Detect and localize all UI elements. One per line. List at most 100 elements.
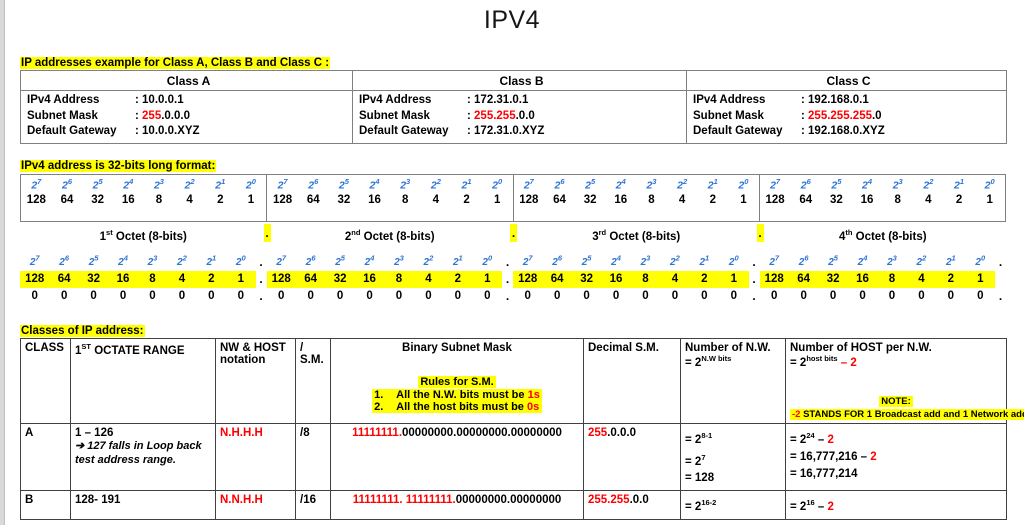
bit-value: 32	[337, 193, 351, 206]
bit-cell: 0	[307, 290, 314, 302]
ipv4-slide: IPV4 IP addresses example for Class A, C…	[0, 0, 1024, 525]
bit-cell: 26	[59, 254, 70, 269]
page-title: IPV4	[483, 6, 541, 34]
bit-cell: 8	[888, 273, 896, 285]
list-item: = 16,777,214	[790, 467, 858, 480]
cell-nw-host: N.N.H.H	[215, 490, 296, 521]
cell-octate-range: 128- 191	[70, 490, 216, 521]
octet-separator-dot: .	[259, 289, 263, 303]
list-item: IPv4 Address: 172.31.0.1	[359, 93, 686, 109]
bit-cell: 0	[701, 290, 708, 302]
octet-separator-dot: .	[752, 289, 756, 303]
bit-cell: 8	[642, 273, 649, 285]
bit-value: 16	[368, 193, 381, 206]
power-row: 27 26 25 24 23 22 21 20	[21, 175, 266, 192]
bit-cell: 23	[394, 254, 404, 269]
range-value: 1 – 126	[75, 426, 114, 439]
bit-value: 8	[894, 193, 901, 206]
list-item: = 216-2	[685, 498, 717, 514]
bit-cell: 1	[730, 273, 737, 285]
list-item: Default Gateway: 10.0.0.XYZ	[27, 124, 352, 140]
cell-binary-subnet-mask: 11111111. 11111111.00000000.00000000	[330, 490, 584, 521]
power-of-two: 24	[862, 177, 873, 192]
power-of-two: 23	[646, 177, 657, 192]
bit-cell: 23	[887, 254, 897, 269]
cell-binary-subnet-mask: 11111111.00000000.00000000.00000000	[330, 422, 584, 492]
bit-cell: 24	[364, 254, 375, 269]
bit-value: 16	[121, 193, 135, 206]
field-label: Subnet Mask	[359, 109, 430, 122]
octet-group-3: 128 64 32 16 8 4 2 1	[513, 271, 749, 288]
octet-separator-dot: .	[505, 272, 510, 286]
number-nw-title: Number of N.W.	[685, 342, 771, 354]
value-row: 128 64 32 16 8 4 2 1	[514, 192, 759, 206]
bit-value: 128	[26, 193, 46, 206]
power-row: 27 26 25 24 23 22 21 20	[267, 175, 512, 192]
octet-group-1: 0 0 0 0 0 0 0 0	[20, 288, 256, 305]
bit-cell: 0	[90, 290, 97, 302]
trailing-dot: .	[998, 255, 1003, 269]
octet-label-text: 3rd Octet (8-bits)	[592, 228, 681, 243]
bit-cell: 25	[88, 254, 99, 269]
bit-cell: 0	[208, 290, 215, 302]
field-label: Default Gateway	[693, 125, 783, 137]
cell-class: A	[20, 422, 71, 492]
col-header-decimal-sm: Decimal S.M.	[583, 338, 681, 424]
bit-cell: 2	[947, 273, 955, 285]
bit-cell: 4	[918, 273, 925, 285]
bit-cell: 0	[31, 290, 38, 302]
list-item: = 28-1	[685, 430, 713, 446]
octet-separator-dot: .	[510, 224, 517, 242]
bit-cell: 24	[118, 254, 128, 269]
bit-value: 4	[925, 193, 932, 206]
list-item: = 27	[685, 452, 706, 468]
octet-label-text: 1st Octet (8-bits)	[99, 228, 187, 243]
class-examples-table: Class A Class B Class C IPv4 Address: 10…	[20, 70, 1007, 144]
power-of-two: 24	[123, 177, 134, 192]
power-of-two: 25	[92, 177, 103, 192]
bit-cell: 64	[304, 273, 318, 285]
power-of-two: 21	[215, 177, 226, 192]
col-header-slash-sm: / S.M.	[295, 338, 331, 424]
octet-cell-2: 27 26 25 24 23 22 21 20 128 64 32 16 8 4 2 1	[267, 175, 514, 221]
bit-cell: 0	[612, 290, 620, 302]
table-row: A 1 – 126 ➔ 127 falls in Loop back test …	[20, 422, 1007, 492]
bit-cell: 20	[728, 254, 739, 269]
bit-value: 64	[60, 193, 74, 206]
trailing-dot: .	[998, 289, 1003, 303]
bit-value: 2	[709, 193, 716, 206]
bit-cell: 21	[206, 254, 217, 269]
bit-value: 16	[860, 193, 874, 206]
bit-cell: 0	[800, 290, 807, 302]
bit-cell: 64	[797, 273, 811, 285]
bit-cell: 0	[918, 290, 925, 302]
field-value: : 255.255.0.0	[467, 109, 535, 122]
octet-separator-dot: .	[263, 224, 271, 242]
list-item: = 16,777,216 – 2	[790, 450, 877, 463]
power-of-two: 25	[585, 177, 596, 192]
bit-cell: 22	[423, 254, 434, 269]
power-of-two: 20	[492, 177, 503, 192]
bit-cell: 128	[271, 273, 291, 285]
number-host-title: Number of HOST per N.W.	[790, 342, 932, 354]
octet-labels-row: 1st Octet (8-bits). 2nd Octet (8-bits). 3r…	[20, 224, 1006, 244]
octet-separator-dot: .	[505, 255, 510, 269]
bit-cell: 24	[857, 254, 868, 269]
octet-group-4: 27 26 25 24 23 22 21 20	[760, 254, 996, 271]
power-row: 27 26 25 24 23 22 21 20	[760, 175, 1005, 192]
bit-cell: 1	[237, 273, 244, 285]
col-header-octate-range: 1ST OCTATE RANGE	[70, 338, 216, 424]
bit-cell: 0	[947, 290, 955, 302]
field-value: : 255.0.0.0	[135, 109, 190, 122]
field-label: Subnet Mask	[693, 109, 764, 122]
bit-cell: 26	[798, 254, 809, 269]
power-of-two: 22	[677, 177, 688, 192]
bit-value: 32	[829, 193, 843, 206]
octet-separator-dot: .	[756, 224, 764, 242]
bit-cell: 23	[640, 254, 651, 269]
class-b-details: IPv4 Address: 172.31.0.1 Subnet Mask : 25…	[352, 90, 687, 144]
number-host-formula: = 2host bits – 2	[790, 354, 857, 369]
bit-cell: 22	[916, 254, 927, 269]
power-of-two: 20	[984, 177, 995, 192]
table-header-row: CLASS 1ST OCTATE RANGE NW & HOST notatio…	[20, 338, 1024, 424]
